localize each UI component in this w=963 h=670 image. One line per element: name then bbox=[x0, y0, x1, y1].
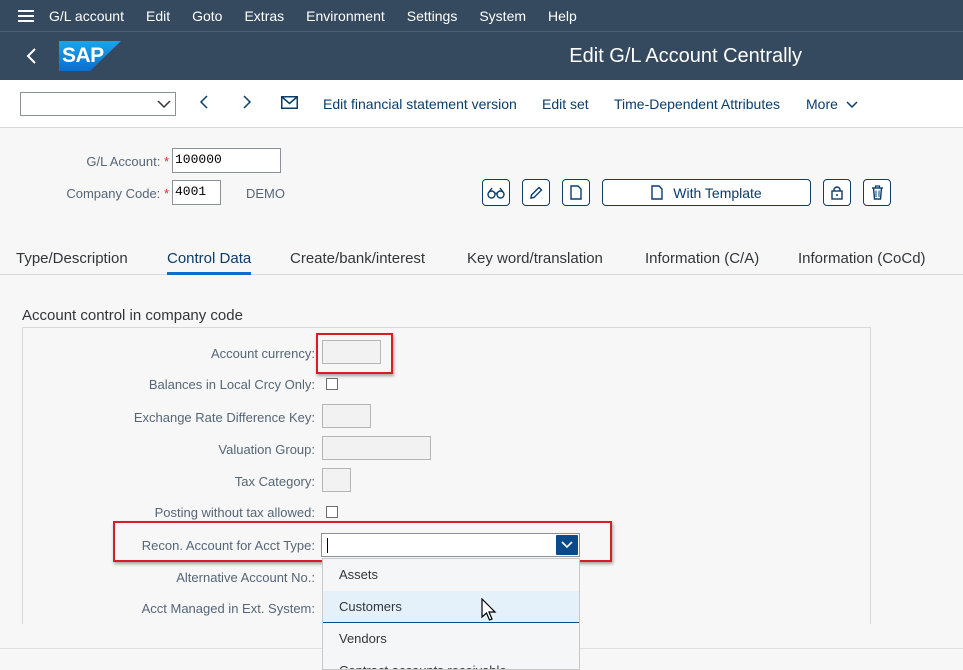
block-button[interactable] bbox=[823, 179, 851, 206]
menu-settings[interactable]: Settings bbox=[407, 8, 458, 24]
account-currency-label: Account currency: bbox=[210, 346, 315, 361]
tab-information-cocd[interactable]: Information (CoCd) bbox=[798, 250, 926, 267]
menu-gl-account[interactable]: G/L account bbox=[49, 8, 124, 24]
exchange-rate-key-input[interactable] bbox=[322, 404, 371, 428]
recon-account-dropdown-list: Assets Customers Vendors Contract accoun… bbox=[322, 558, 580, 670]
tax-category-input[interactable] bbox=[322, 468, 351, 492]
dropdown-option-customers[interactable]: Customers bbox=[323, 591, 579, 623]
acct-managed-ext-label: Acct Managed in Ext. System: bbox=[141, 601, 315, 616]
group-title: Account control in company code bbox=[22, 307, 243, 324]
hamburger-menu-icon[interactable] bbox=[18, 9, 34, 22]
tab-bar: Type/Description Control Data Create/ban… bbox=[0, 244, 963, 275]
document-icon bbox=[570, 185, 582, 200]
gl-account-input[interactable]: 100000 bbox=[172, 148, 281, 173]
delete-button[interactable] bbox=[863, 179, 891, 206]
with-template-label: With Template bbox=[673, 184, 762, 201]
chevron-right-icon[interactable] bbox=[241, 94, 253, 110]
page-title: Edit G/L Account Centrally bbox=[569, 45, 802, 67]
document-icon bbox=[651, 185, 663, 200]
create-button[interactable] bbox=[562, 179, 590, 206]
chevron-down-icon bbox=[846, 101, 858, 109]
tab-control-data[interactable]: Control Data bbox=[167, 250, 252, 275]
menu-environment[interactable]: Environment bbox=[306, 8, 385, 24]
gl-account-label: G/L Account: * bbox=[60, 154, 169, 169]
chevron-down-icon bbox=[157, 100, 171, 109]
command-field-select[interactable] bbox=[20, 92, 176, 116]
mouse-cursor-icon bbox=[481, 598, 497, 621]
company-code-description: DEMO bbox=[246, 186, 285, 201]
dropdown-option-assets[interactable]: Assets bbox=[323, 559, 579, 591]
tab-create-bank-interest[interactable]: Create/bank/interest bbox=[290, 250, 425, 267]
display-button[interactable] bbox=[482, 179, 510, 206]
email-icon[interactable] bbox=[281, 96, 298, 109]
exchange-rate-key-label: Exchange Rate Difference Key: bbox=[133, 410, 315, 425]
edit-button[interactable] bbox=[522, 179, 550, 206]
dropdown-option-vendors[interactable]: Vendors bbox=[323, 623, 579, 655]
menu-bar: G/L account Edit Goto Extras Environment… bbox=[0, 0, 963, 31]
time-dependent-attributes-link[interactable]: Time-Dependent Attributes bbox=[614, 96, 780, 112]
menu-help[interactable]: Help bbox=[548, 8, 577, 24]
highlight-box bbox=[113, 521, 612, 562]
tab-type-description[interactable]: Type/Description bbox=[16, 250, 128, 267]
balances-local-label: Balances in Local Crcy Only: bbox=[148, 377, 315, 392]
pencil-icon bbox=[530, 186, 543, 199]
company-code-label-text: Company Code: bbox=[66, 186, 161, 201]
valuation-group-label: Valuation Group: bbox=[218, 442, 315, 457]
edit-set-link[interactable]: Edit set bbox=[542, 96, 589, 112]
menu-extras[interactable]: Extras bbox=[244, 8, 284, 24]
menu-edit[interactable]: Edit bbox=[146, 8, 170, 24]
glasses-icon bbox=[487, 187, 505, 199]
edit-fs-version-link[interactable]: Edit financial statement version bbox=[323, 96, 517, 112]
more-label: More bbox=[806, 96, 838, 112]
tax-category-label: Tax Category: bbox=[234, 474, 315, 489]
tab-key-word-translation[interactable]: Key word/translation bbox=[467, 250, 603, 267]
with-template-button[interactable]: With Template bbox=[602, 179, 811, 206]
gl-account-label-text: G/L Account: bbox=[86, 154, 161, 169]
company-code-input[interactable]: 4001 bbox=[172, 180, 221, 205]
lock-icon bbox=[831, 186, 843, 200]
shell-header: SAP Edit G/L Account Centrally bbox=[0, 31, 963, 80]
required-mark: * bbox=[163, 186, 169, 201]
company-code-label: Company Code: * bbox=[40, 186, 169, 201]
posting-without-tax-checkbox[interactable] bbox=[326, 506, 338, 518]
tab-information-ca[interactable]: Information (C/A) bbox=[645, 250, 759, 267]
valuation-group-input[interactable] bbox=[322, 436, 431, 460]
more-button[interactable]: More bbox=[806, 96, 858, 112]
alternative-account-label: Alternative Account No.: bbox=[176, 570, 315, 585]
sap-logo: SAP bbox=[59, 41, 121, 71]
highlight-box bbox=[316, 333, 393, 374]
back-icon[interactable] bbox=[24, 47, 40, 65]
trash-icon bbox=[871, 185, 883, 200]
posting-without-tax-label: Posting without tax allowed: bbox=[154, 505, 315, 520]
toolbar: Edit financial statement version Edit se… bbox=[0, 80, 963, 128]
dropdown-option-contract-accounts[interactable]: Contract accounts receivable bbox=[323, 655, 579, 669]
menu-goto[interactable]: Goto bbox=[192, 8, 222, 24]
chevron-left-icon[interactable] bbox=[198, 94, 210, 110]
balances-local-checkbox[interactable] bbox=[326, 378, 338, 390]
required-mark: * bbox=[163, 154, 169, 169]
menu-system[interactable]: System bbox=[479, 8, 526, 24]
